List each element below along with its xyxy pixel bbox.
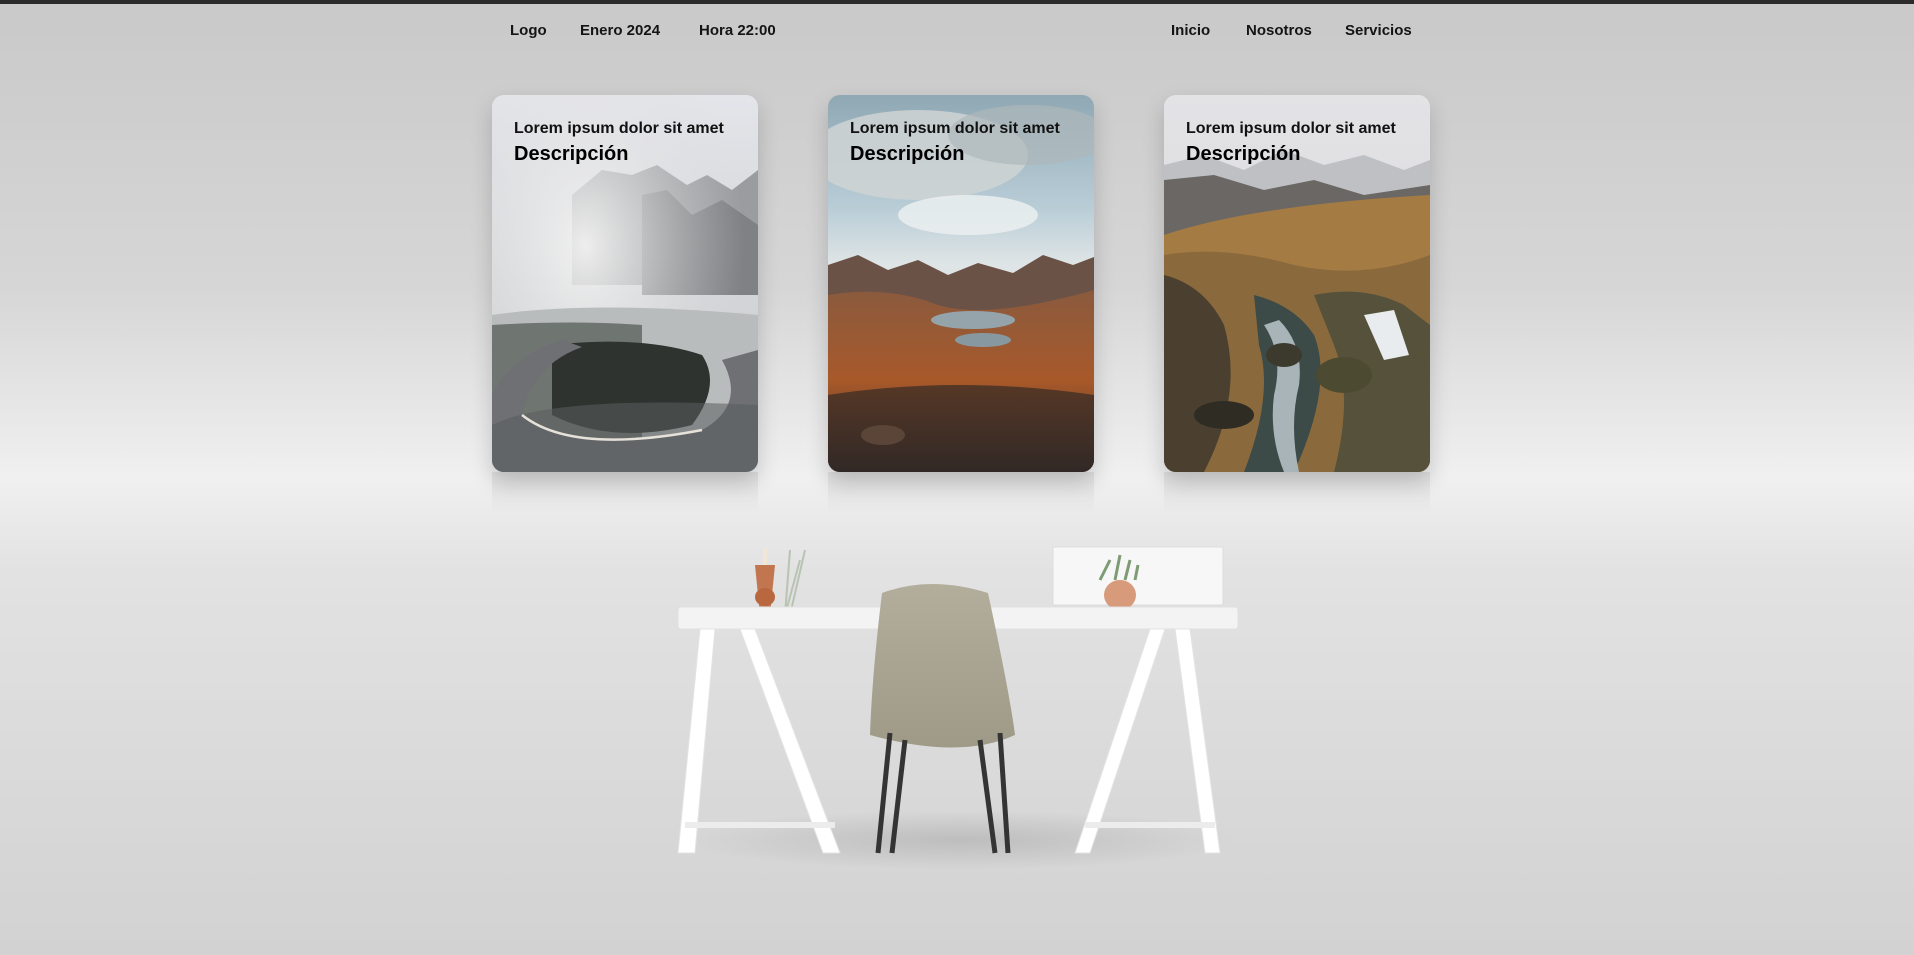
card-reflection [828,472,1094,514]
card-mountain-lake[interactable]: Lorem ipsum dolor sit amet Descripción [828,95,1094,472]
card-foggy-road[interactable]: Lorem ipsum dolor sit amet Descripción [492,95,758,472]
card-reflection [492,472,758,514]
card-description: Descripción [1186,143,1301,165]
card-title: Lorem ipsum dolor sit amet [1186,120,1396,137]
card-description: Descripción [514,143,629,165]
card-title: Lorem ipsum dolor sit amet [514,120,724,137]
card-reflection [1164,472,1430,514]
nav-link-servicios[interactable]: Servicios [1345,22,1412,39]
card-river-waterfall[interactable]: Lorem ipsum dolor sit amet Descripción [1164,95,1430,472]
card-title: Lorem ipsum dolor sit amet [850,120,1060,137]
nav-time: Hora 22:00 [699,22,776,39]
nav-link-nosotros[interactable]: Nosotros [1246,22,1312,39]
card-description: Descripción [850,143,965,165]
white-desk-with-chair-photo [677,546,1240,870]
nav-link-inicio[interactable]: Inicio [1171,22,1210,39]
window-top-border [0,0,1914,4]
nav-date: Enero 2024 [580,22,661,39]
nav-logo[interactable]: Logo [510,22,547,39]
